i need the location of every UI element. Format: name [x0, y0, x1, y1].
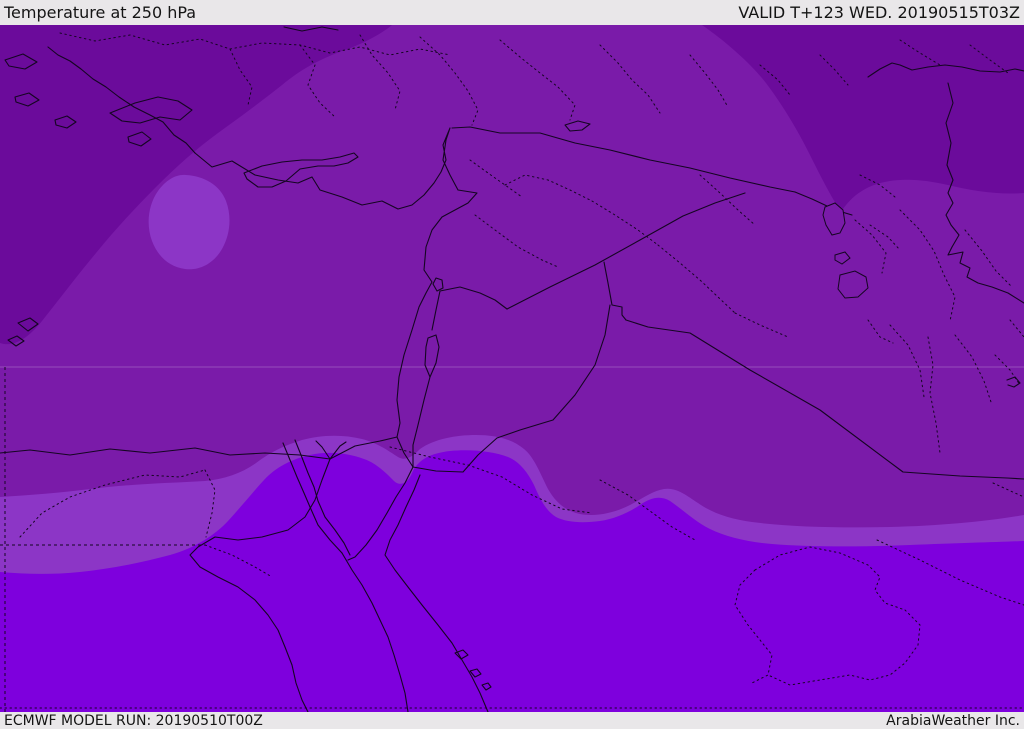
temp-band-mild-tongue	[148, 174, 230, 270]
status-bar: ECMWF MODEL RUN: 20190510T00Z ArabiaWeat…	[0, 712, 1024, 729]
map-title: Temperature at 250 hPa	[4, 3, 197, 22]
valid-time-label: VALID T+123 WED. 20190515T03Z	[738, 3, 1020, 22]
title-bar: Temperature at 250 hPa VALID T+123 WED. …	[0, 0, 1024, 25]
temperature-map	[0, 25, 1024, 712]
model-run-label: ECMWF MODEL RUN: 20190510T00Z	[4, 712, 263, 729]
weather-map-screen: Temperature at 250 hPa VALID T+123 WED. …	[0, 0, 1024, 729]
map-canvas	[0, 25, 1024, 712]
brand-label: ArabiaWeather Inc.	[886, 712, 1020, 729]
